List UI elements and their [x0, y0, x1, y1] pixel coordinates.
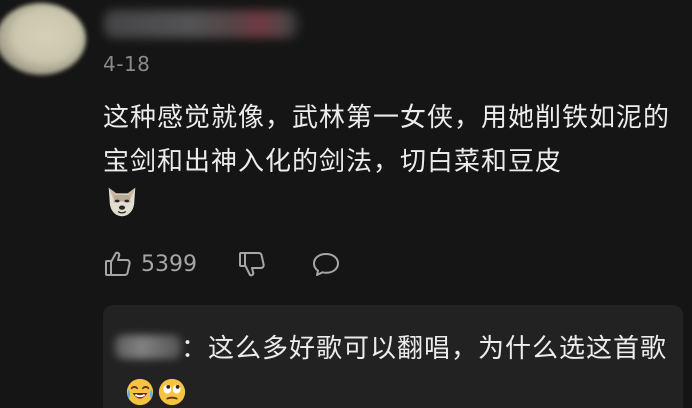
reply-text-block: ：这么多好歌可以翻唱，为什么选这首歌 — [123, 327, 668, 408]
dislike-button[interactable] — [237, 249, 267, 279]
avatar[interactable] — [0, 3, 86, 75]
reply-preview[interactable]: ：这么多好歌可以翻唱，为什么选这首歌 — [103, 305, 683, 408]
username-redacted[interactable] — [104, 10, 299, 38]
like-count: 5399 — [141, 251, 197, 277]
reply-text: 这么多好歌可以翻唱，为什么选这首歌 — [208, 334, 668, 364]
comment-bubble-icon — [313, 253, 339, 276]
dog-face-emoji — [108, 187, 136, 217]
reply-separator: ： — [181, 334, 209, 364]
comment-date: 4-18 — [103, 52, 151, 76]
reply-button[interactable] — [311, 249, 341, 279]
comment-actions: 5399 — [103, 246, 341, 282]
comment-text: 这种感觉就像，武林第一女侠，用她削铁如泥的宝剑和出神入化的剑法，切白菜和豆皮 — [103, 103, 671, 177]
comment-page: 4-18 这种感觉就像，武林第一女侠，用她削铁如泥的宝剑和出神入化的剑法，切白菜… — [0, 0, 692, 408]
thumbs-up-icon — [105, 251, 131, 276]
crying-laughing-emoji — [126, 378, 154, 406]
thumbs-down-icon — [239, 252, 265, 277]
like-button[interactable]: 5399 — [103, 249, 197, 279]
eye-roll-emoji — [158, 378, 186, 406]
